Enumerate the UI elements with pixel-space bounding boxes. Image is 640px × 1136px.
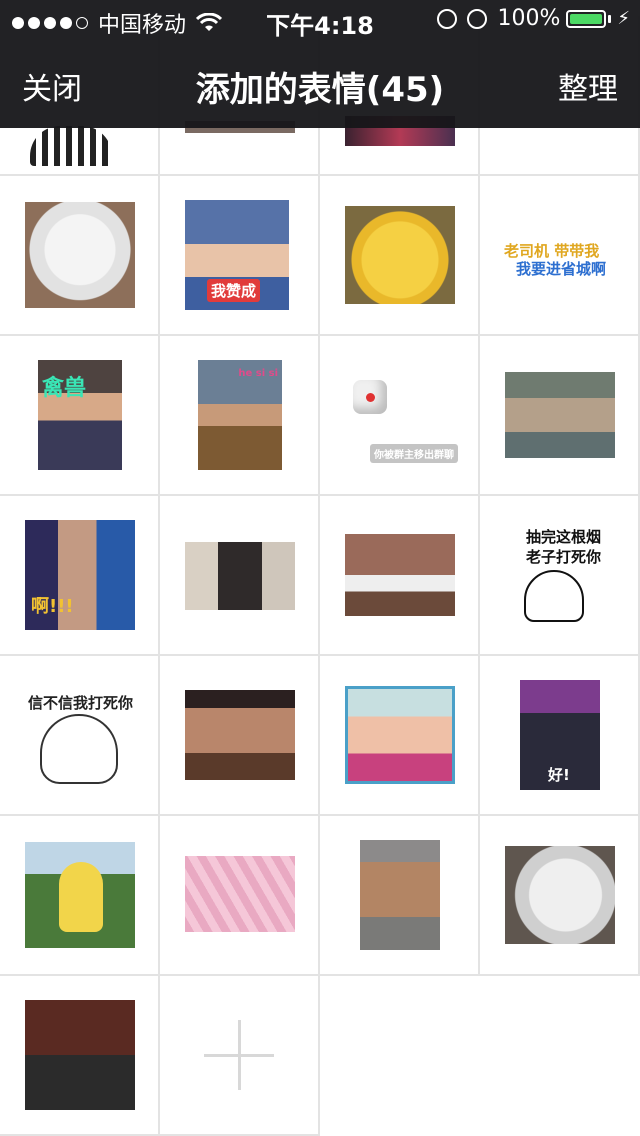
sticker-image-dancer: 好! bbox=[520, 680, 600, 790]
sticker-image-chick bbox=[345, 206, 455, 304]
sticker-image-dice bbox=[353, 380, 387, 414]
sticker-cell[interactable] bbox=[480, 816, 640, 976]
sticker-cell[interactable]: 老司机 带带我 我要进省城啊 bbox=[480, 176, 640, 336]
sticker-cell[interactable]: 啊!!! bbox=[0, 496, 160, 656]
sticker-cell[interactable]: 抽完这根烟 老子打死你 bbox=[480, 496, 640, 656]
sticker-caption: 信不信我打死你 bbox=[28, 694, 134, 712]
sticker-cell[interactable] bbox=[160, 496, 320, 656]
sticker-cell[interactable] bbox=[160, 816, 320, 976]
battery-icon bbox=[566, 9, 607, 28]
sticker-cell[interactable] bbox=[480, 336, 640, 496]
sticker-image-dog bbox=[25, 202, 135, 308]
nav-bar: 关闭 添加的表情(45) 整理 bbox=[0, 40, 640, 128]
sticker-image-white-cat bbox=[40, 714, 118, 784]
plus-icon bbox=[238, 1020, 241, 1090]
sticker-cell[interactable] bbox=[0, 816, 160, 976]
sticker-cell[interactable] bbox=[160, 656, 320, 816]
sticker-image-man-cooking: he si si bbox=[198, 360, 282, 470]
sticker-cell[interactable]: 禽兽 bbox=[0, 336, 160, 496]
orientation-lock-icon bbox=[437, 8, 458, 29]
sticker-caption: 我赞成 bbox=[207, 279, 261, 302]
top-bar: 中国移动 下午4:18 100% ⚡ 关闭 添加的表情(45) 整理 bbox=[0, 0, 640, 128]
sticker-image-man: 禽兽 bbox=[38, 360, 122, 470]
sticker-caption: 抽完这根烟 bbox=[526, 528, 602, 546]
sticker-caption: 你被群主移出群聊 bbox=[370, 444, 458, 463]
sticker-image-opera bbox=[345, 686, 455, 784]
sticker-image-cartoon-kids bbox=[185, 856, 295, 932]
sticker-image-laughing-woman bbox=[185, 542, 295, 610]
status-bar: 中国移动 下午4:18 100% ⚡ bbox=[0, 0, 640, 40]
battery-nub bbox=[608, 14, 612, 23]
sticker-image-woman: 啊!!! bbox=[25, 520, 135, 630]
sticker-image-cartoon bbox=[345, 534, 455, 616]
organize-button[interactable]: 整理 bbox=[558, 64, 618, 108]
sticker-grid: 我赞成 老司机 带带我 我要进省城啊 禽兽 he si si 你被群主移出群聊 … bbox=[0, 0, 640, 1136]
sticker-image bbox=[30, 126, 112, 166]
sticker-cell[interactable] bbox=[0, 976, 160, 1136]
sticker-caption: 啊!!! bbox=[31, 596, 74, 617]
sticker-image-teletubby bbox=[25, 842, 135, 948]
status-right: 100% ⚡ bbox=[437, 6, 630, 31]
sticker-image-alpaca bbox=[505, 846, 615, 944]
sticker-caption: 我要进省城啊 bbox=[516, 260, 607, 278]
sticker-cell[interactable] bbox=[320, 656, 480, 816]
sticker-cell[interactable] bbox=[320, 816, 480, 976]
sticker-cell[interactable]: he si si bbox=[160, 336, 320, 496]
sticker-caption: 禽兽 bbox=[42, 376, 87, 401]
sticker-cell[interactable]: 好! bbox=[480, 656, 640, 816]
sticker-image-corgi bbox=[360, 840, 440, 950]
sticker-image-officer bbox=[505, 372, 615, 458]
sticker-image-cat-smoking bbox=[524, 570, 584, 622]
sticker-caption: 好! bbox=[548, 766, 570, 784]
sticker-cell[interactable]: 我赞成 bbox=[160, 176, 320, 336]
charging-bolt-icon: ⚡ bbox=[617, 8, 630, 29]
sticker-cell[interactable]: 信不信我打死你 bbox=[0, 656, 160, 816]
sticker-image-banquet bbox=[25, 1000, 135, 1110]
alarm-icon bbox=[467, 8, 488, 29]
sticker-image-empress bbox=[185, 690, 295, 780]
sticker-cell[interactable] bbox=[320, 496, 480, 656]
page-title: 添加的表情(45) bbox=[195, 70, 445, 110]
sticker-caption: he si si bbox=[238, 368, 278, 379]
sticker-caption: 老子打死你 bbox=[526, 548, 602, 566]
sticker-cell[interactable] bbox=[320, 176, 480, 336]
battery-percent: 100% bbox=[497, 6, 561, 31]
sticker-cell[interactable]: 你被群主移出群聊 bbox=[320, 336, 480, 496]
sticker-cell[interactable] bbox=[0, 176, 160, 336]
add-sticker-button[interactable] bbox=[160, 976, 320, 1136]
sticker-image-baby: 我赞成 bbox=[185, 200, 289, 310]
